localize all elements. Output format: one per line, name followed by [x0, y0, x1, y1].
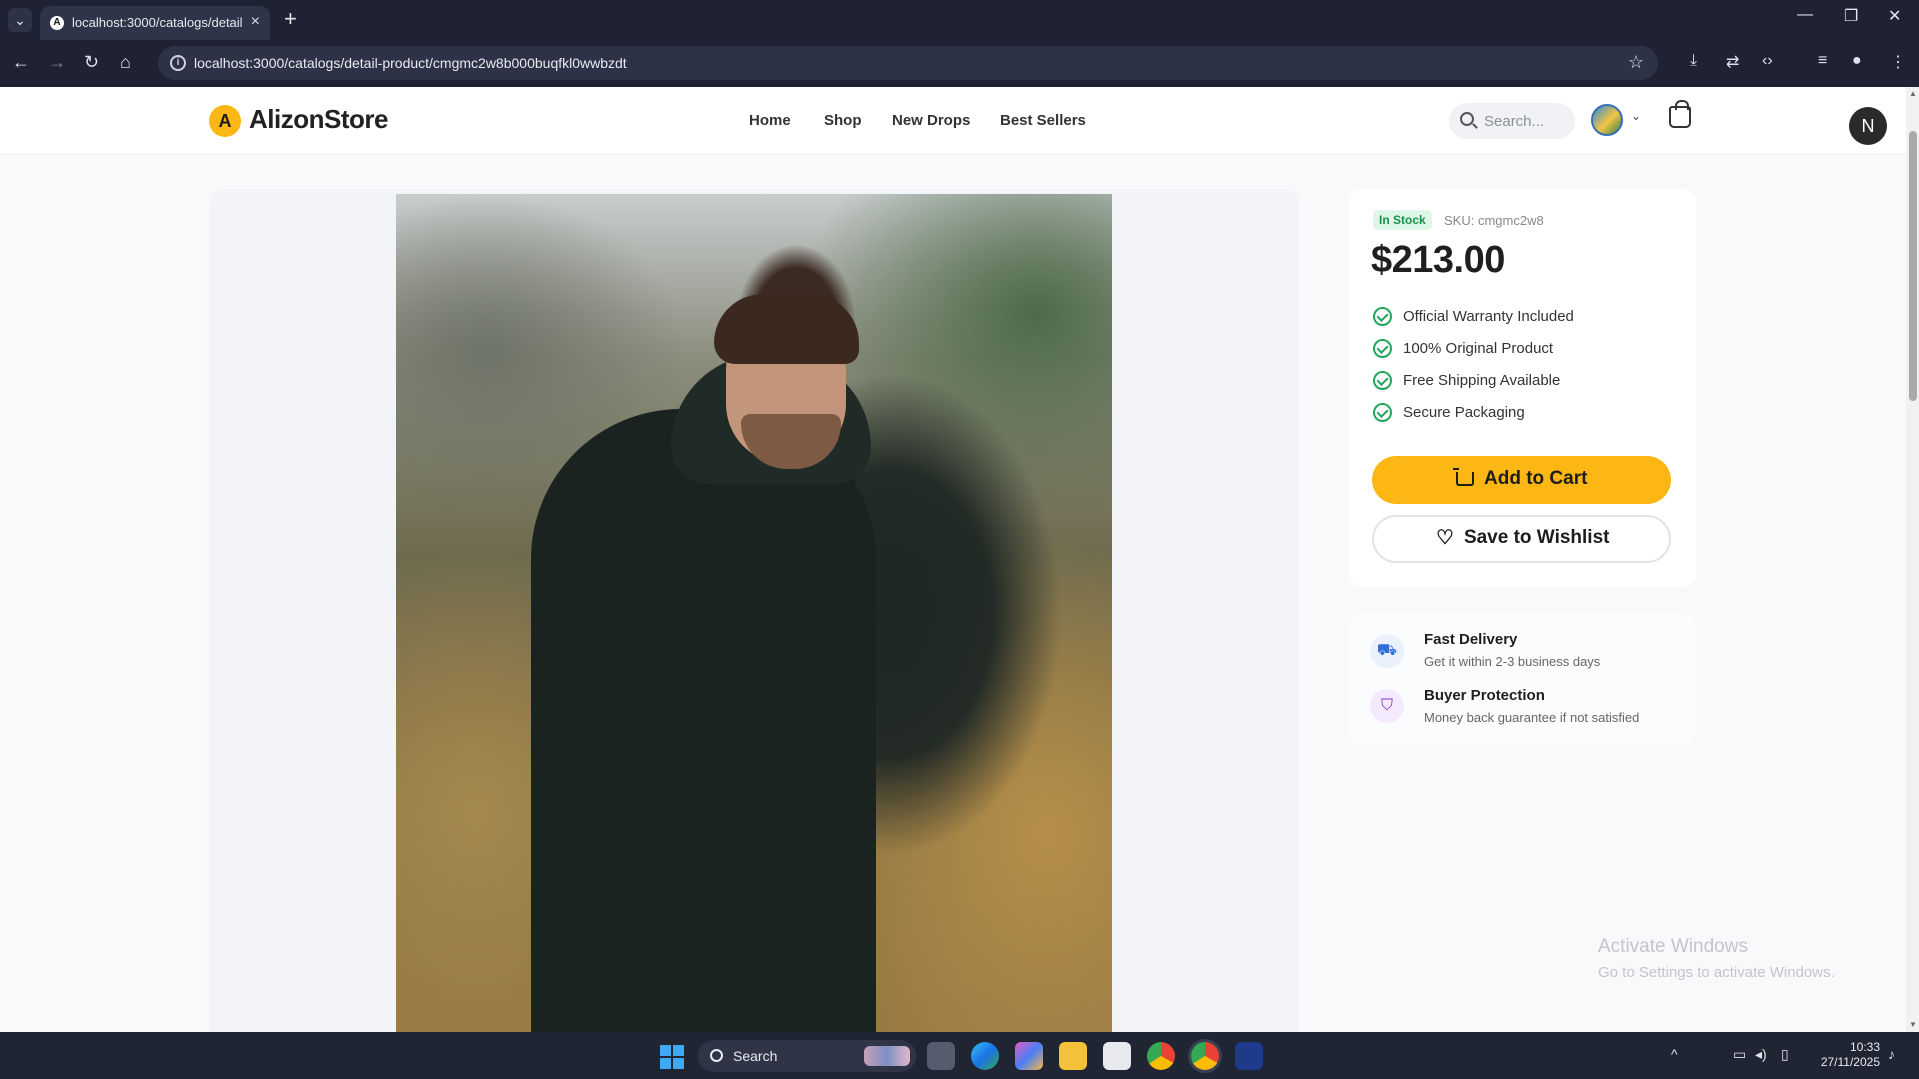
download-icon[interactable]: ⤓ [1690, 52, 1697, 70]
check-circle-icon [1373, 307, 1392, 326]
notification-bell-icon[interactable]: ♪ [1888, 1046, 1895, 1062]
copilot-icon[interactable] [1015, 1042, 1043, 1070]
feature-text: Official Warranty Included [1403, 308, 1574, 325]
sku-label: SKU: cmgmc2w8 [1444, 213, 1544, 228]
stock-badge: In Stock [1373, 210, 1432, 230]
clock-time: 10:33 [1849, 1040, 1880, 1054]
search-placeholder[interactable]: Search... [1484, 113, 1544, 130]
nav-shop[interactable]: Shop [824, 112, 862, 129]
store-icon[interactable] [1103, 1042, 1131, 1070]
logo-icon[interactable]: A [209, 105, 241, 137]
chevron-down-icon[interactable]: ⌄ [1631, 109, 1641, 123]
user-avatar[interactable]: N [1849, 107, 1887, 145]
address-bar[interactable]: i localhost:3000/catalogs/detail-product… [158, 46, 1658, 80]
image-jacket [531, 409, 876, 1032]
cart-icon[interactable] [1669, 100, 1691, 128]
tray-chevron-up-icon[interactable]: ^ [1671, 1046, 1678, 1062]
url-text[interactable]: localhost:3000/catalogs/detail-product/c… [194, 55, 627, 71]
nav-new-drops[interactable]: New Drops [892, 112, 970, 129]
app-a-icon[interactable] [1235, 1042, 1263, 1070]
site-info-icon[interactable]: i [170, 55, 186, 71]
volume-icon[interactable]: ◂) [1755, 1046, 1767, 1063]
minimize-icon[interactable]: — [1797, 6, 1813, 24]
search-highlight-image [864, 1046, 910, 1066]
clock-date: 27/11/2025 [1820, 1055, 1880, 1069]
search-box[interactable]: Search... [1449, 103, 1575, 139]
benefit-title: Buyer Protection [1424, 687, 1545, 704]
scroll-thumb[interactable] [1909, 131, 1917, 401]
scroll-up-icon[interactable]: ▲ [1909, 89, 1917, 98]
media-icon[interactable]: ≡ [1818, 52, 1827, 70]
browser-chrome: ⌄ A localhost:3000/catalogs/detail-p × +… [0, 0, 1919, 87]
benefit-subtitle: Money back guarantee if not satisfied [1424, 710, 1640, 725]
system-clock[interactable]: 10:33 27/11/2025 [1812, 1040, 1880, 1070]
edge-icon[interactable] [971, 1042, 999, 1070]
tab-title: localhost:3000/catalogs/detail-p [72, 15, 242, 30]
task-view-icon[interactable] [927, 1042, 955, 1070]
devtools-icon[interactable]: ‹› [1762, 52, 1773, 70]
new-tab-icon[interactable]: + [284, 6, 297, 32]
chrome-icon[interactable] [1147, 1042, 1175, 1070]
save-to-wishlist-button[interactable]: ♡ Save to Wishlist [1372, 515, 1671, 563]
taskbar-search-label: Search [733, 1048, 778, 1064]
tab-search-dropdown[interactable]: ⌄ [8, 8, 32, 32]
brand-name[interactable]: AlizonStore [249, 104, 388, 135]
site-header: A AlizonStore Home Shop New Drops Best S… [0, 87, 1906, 155]
tab-favicon: A [50, 16, 64, 30]
taskbar-search[interactable]: Search [698, 1040, 916, 1072]
windows-start-icon[interactable] [660, 1045, 684, 1069]
close-window-icon[interactable]: ✕ [1888, 6, 1901, 26]
battery-icon[interactable]: ▯ [1781, 1046, 1789, 1063]
truck-icon: ⛟ [1370, 634, 1404, 668]
check-circle-icon [1373, 371, 1392, 390]
chrome-active-icon[interactable] [1191, 1042, 1219, 1070]
file-explorer-icon[interactable] [1059, 1042, 1087, 1070]
home-icon[interactable]: ⌂ [120, 52, 131, 73]
scroll-down-icon[interactable]: ▼ [1909, 1020, 1917, 1029]
image-hair [714, 294, 859, 364]
browser-toolbar: ← → ↻ ⌂ i localhost:3000/catalogs/detail… [0, 40, 1919, 87]
feature-text: 100% Original Product [1403, 340, 1554, 357]
network-icon[interactable]: ▭ [1733, 1046, 1746, 1063]
forward-icon[interactable]: → [48, 52, 66, 73]
language-globe-icon[interactable] [1591, 104, 1623, 136]
search-icon [710, 1049, 723, 1062]
nav-home[interactable]: Home [749, 112, 791, 129]
page-scrollbar[interactable]: ▲ ▼ [1906, 87, 1919, 1032]
bookmark-star-icon[interactable]: ☆ [1628, 52, 1644, 73]
browser-tab[interactable]: A localhost:3000/catalogs/detail-p × [40, 6, 270, 40]
web-page: A AlizonStore Home Shop New Drops Best S… [0, 87, 1906, 1032]
search-icon [1460, 112, 1474, 126]
windows-taskbar: Search ^ ▭ ◂) ▯ 10:33 27/11/2025 ♪ [0, 1032, 1919, 1079]
add-to-cart-label: Add to Cart [1484, 468, 1588, 489]
activate-windows-subtitle: Go to Settings to activate Windows. [1598, 964, 1835, 981]
profile-icon[interactable]: ● [1852, 52, 1862, 70]
add-to-cart-button[interactable]: Add to Cart [1372, 456, 1671, 504]
benefit-subtitle: Get it within 2-3 business days [1424, 654, 1601, 669]
activate-windows-title: Activate Windows [1598, 936, 1748, 957]
heart-icon: ♡ [1436, 527, 1454, 549]
feature-text: Free Shipping Available [1403, 372, 1561, 389]
menu-icon[interactable]: ⋮ [1890, 52, 1906, 72]
check-circle-icon [1373, 339, 1392, 358]
tab-strip: ⌄ A localhost:3000/catalogs/detail-p × +… [0, 0, 1919, 40]
feature-text: Secure Packaging [1403, 404, 1525, 421]
save-wishlist-label: Save to Wishlist [1463, 527, 1610, 548]
product-image[interactable] [396, 194, 1112, 1032]
back-icon[interactable]: ← [12, 52, 30, 73]
close-tab-icon[interactable]: × [251, 13, 260, 31]
check-circle-icon [1373, 403, 1392, 422]
product-price: $213.00 [1371, 239, 1505, 281]
shield-check-icon: ⛉ [1370, 689, 1404, 723]
restore-icon[interactable]: ❐ [1844, 6, 1858, 26]
nav-best-sellers[interactable]: Best Sellers [1000, 112, 1086, 129]
cart-icon [1453, 468, 1474, 486]
benefit-title: Fast Delivery [1424, 631, 1518, 648]
reload-icon[interactable]: ↻ [84, 52, 99, 73]
translate-icon[interactable]: ⇄ [1726, 52, 1739, 72]
